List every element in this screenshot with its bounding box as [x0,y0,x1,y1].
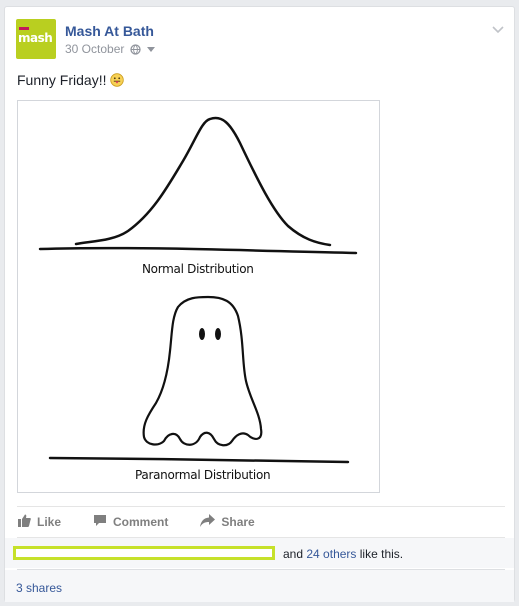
shares-link[interactable]: 3 shares [16,581,62,595]
post-options-chevron-icon[interactable] [492,21,504,39]
ghost-left-eye [199,328,205,340]
ghost-outline [142,295,263,447]
post-actions: Like Comment Share [17,512,287,532]
likes-text: and 24 others like this. [283,547,403,561]
bell-curve [74,116,332,247]
post-card: mash Mash At Bath 30 October Funny Frida… [4,6,515,602]
share-label: Share [221,515,255,529]
post-text: Funny Friday!! [17,72,125,90]
likes-suffix: like this. [359,547,404,561]
post-header: mash Mash At Bath 30 October [16,19,496,61]
page-name-link[interactable]: Mash At Bath [65,23,154,39]
post-message: Funny Friday!! [17,72,107,88]
baseline-bottom [48,456,350,464]
share-button[interactable]: Share [200,514,255,530]
redacted-names-box [13,546,275,560]
avatar[interactable]: mash [16,19,56,59]
others-link[interactable]: 24 others [306,547,356,561]
post-date[interactable]: 30 October [65,42,124,56]
post-image[interactable]: Normal Distribution Paranormal Distribut… [17,100,380,493]
like-button[interactable]: Like [17,514,61,530]
likes-and-text: and [283,547,304,561]
avatar-logo-text: mash [18,31,53,45]
baseline-top [38,246,358,255]
share-arrow-icon [200,514,216,530]
comment-label: Comment [113,515,169,529]
globe-icon[interactable] [130,43,142,55]
like-label: Like [37,515,62,529]
comment-bubble-icon [93,514,107,530]
comment-button[interactable]: Comment [93,514,168,530]
ghost-right-eye [215,328,221,340]
shares-summary: 3 shares [5,570,514,602]
likes-summary: and 24 others like this. [5,538,514,568]
avatar-accent [19,27,29,30]
post-meta: 30 October [65,42,156,56]
caption-paranormal-distribution: Paranormal Distribution [135,468,271,482]
caption-normal-distribution: Normal Distribution [142,262,254,276]
audience-dropdown-icon[interactable] [147,46,156,52]
tongue-out-emoji-icon [110,73,125,90]
actions-divider [17,506,505,507]
thumbs-up-icon [17,514,31,530]
